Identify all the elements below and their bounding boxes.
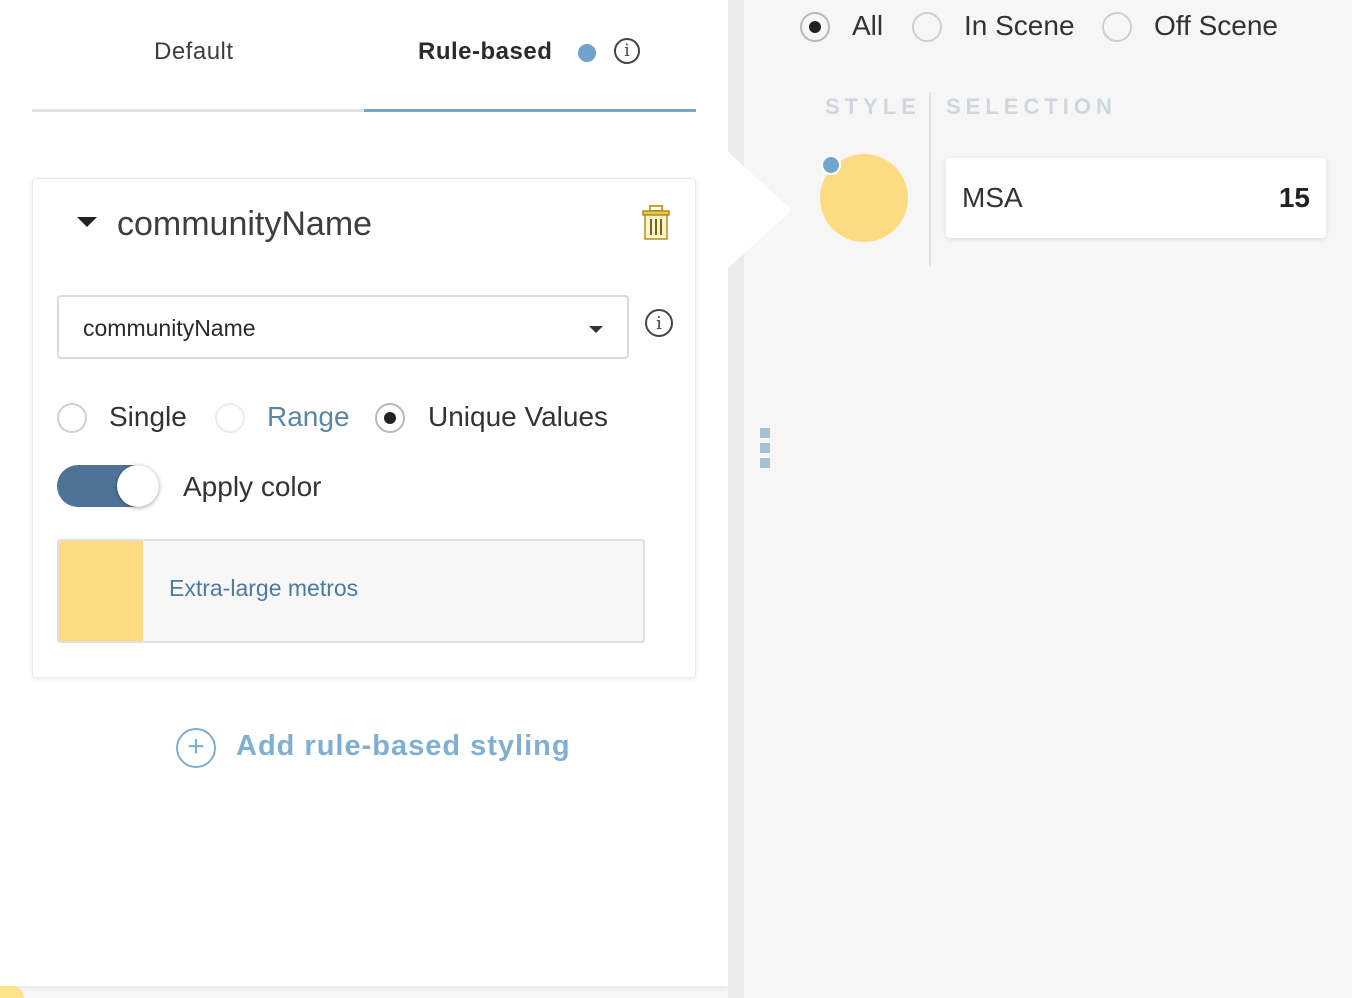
field-info-icon[interactable]: i	[645, 309, 673, 337]
scope-radio-off-scene[interactable]	[1102, 12, 1132, 42]
mode-label-range: Range	[267, 401, 350, 432]
trash-icon[interactable]	[641, 205, 671, 241]
resize-handle[interactable]	[760, 428, 770, 476]
style-marker-dot	[821, 155, 841, 175]
scope-radio-all[interactable]	[800, 12, 830, 42]
color-entry-row[interactable]: Extra-large metros	[57, 539, 645, 643]
selection-count: 15	[1278, 182, 1310, 213]
column-divider	[929, 92, 931, 266]
panel-pointer-arrow	[728, 152, 792, 268]
mode-radio-single[interactable]	[57, 403, 87, 433]
panel-gutter	[728, 0, 744, 998]
mode-radio-range[interactable]	[215, 403, 245, 433]
apply-color-toggle[interactable]	[57, 465, 159, 507]
toggle-knob	[117, 465, 159, 507]
plus-circle-icon: +	[176, 728, 216, 768]
rule-card: communityName communityName i Single Ran…	[32, 178, 696, 678]
mode-radio-unique-values[interactable]	[375, 403, 405, 433]
scope-radio-in-scene[interactable]	[912, 12, 942, 42]
map-feature-fragment	[0, 986, 24, 998]
add-rule-label: Add rule-based styling	[236, 730, 571, 762]
scope-label-all: All	[852, 10, 884, 41]
chevron-down-icon	[589, 326, 603, 333]
collapse-caret-icon[interactable]	[77, 217, 97, 227]
scope-label-off-scene: Off Scene	[1154, 10, 1279, 41]
grip-dot-icon	[760, 428, 770, 438]
field-select-value: communityName	[83, 315, 256, 341]
selection-column-header: SELECTION	[946, 94, 1117, 119]
apply-color-label: Apply color	[183, 471, 322, 502]
grip-dot-icon	[760, 443, 770, 453]
mode-label-unique-values: Unique Values	[428, 401, 609, 432]
scope-filter: All In Scene Off Scene	[0, 10, 1352, 50]
selection-label: MSA	[962, 182, 1023, 213]
rule-title: communityName	[117, 205, 373, 243]
field-select[interactable]: communityName	[57, 295, 629, 359]
selection-row[interactable]: MSA 15	[946, 158, 1326, 238]
scope-label-in-scene: In Scene	[964, 10, 1075, 41]
color-swatch[interactable]	[59, 541, 143, 641]
style-column-header: STYLE	[825, 94, 921, 119]
grip-dot-icon	[760, 458, 770, 468]
styling-panel: Default Rule-based i communityName commu…	[0, 0, 728, 986]
mode-label-single: Single	[109, 401, 187, 432]
color-entry-label: Extra-large metros	[169, 575, 359, 601]
